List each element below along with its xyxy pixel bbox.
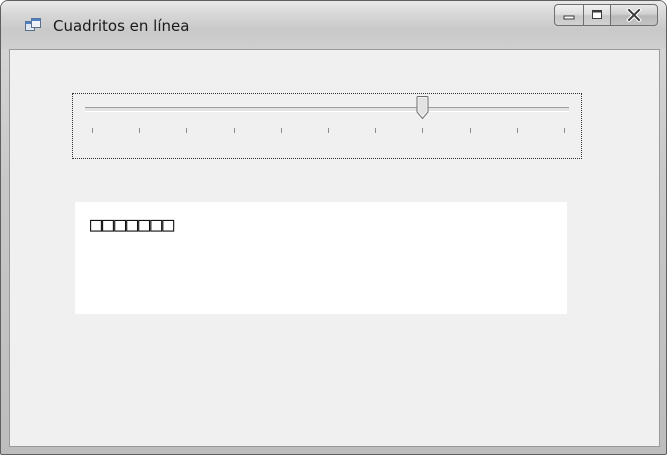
trackbar-tick	[470, 128, 471, 133]
maximize-button[interactable]	[583, 4, 611, 26]
close-icon	[626, 8, 642, 22]
maximize-icon	[592, 10, 602, 19]
trackbar-tick	[564, 128, 565, 133]
squares-output-panel: □□□□□□□	[75, 202, 567, 314]
app-form-icon	[25, 18, 41, 31]
squares-text: □□□□□□□	[90, 212, 175, 236]
main-window: Cuadritos en línea □□□□□□□	[0, 0, 667, 455]
form-client-area: □□□□□□□	[9, 49, 660, 447]
trackbar-channel	[85, 107, 569, 112]
squares-trackbar[interactable]	[72, 93, 582, 159]
caption-buttons	[554, 4, 658, 28]
trackbar-tick	[139, 128, 140, 133]
close-button[interactable]	[610, 4, 658, 26]
trackbar-tick	[517, 128, 518, 133]
trackbar-tick	[234, 128, 235, 133]
trackbar-tick	[422, 128, 423, 133]
trackbar-tick	[328, 128, 329, 133]
title-bar[interactable]: Cuadritos en línea	[1, 1, 666, 49]
window-title: Cuadritos en línea	[53, 17, 190, 35]
trackbar-thumb[interactable]	[416, 96, 429, 120]
minimize-icon	[563, 15, 575, 20]
trackbar-tick	[281, 128, 282, 133]
minimize-button[interactable]	[554, 4, 584, 26]
trackbar-tick	[92, 128, 93, 133]
trackbar-tick	[375, 128, 376, 133]
trackbar-tick	[186, 128, 187, 133]
